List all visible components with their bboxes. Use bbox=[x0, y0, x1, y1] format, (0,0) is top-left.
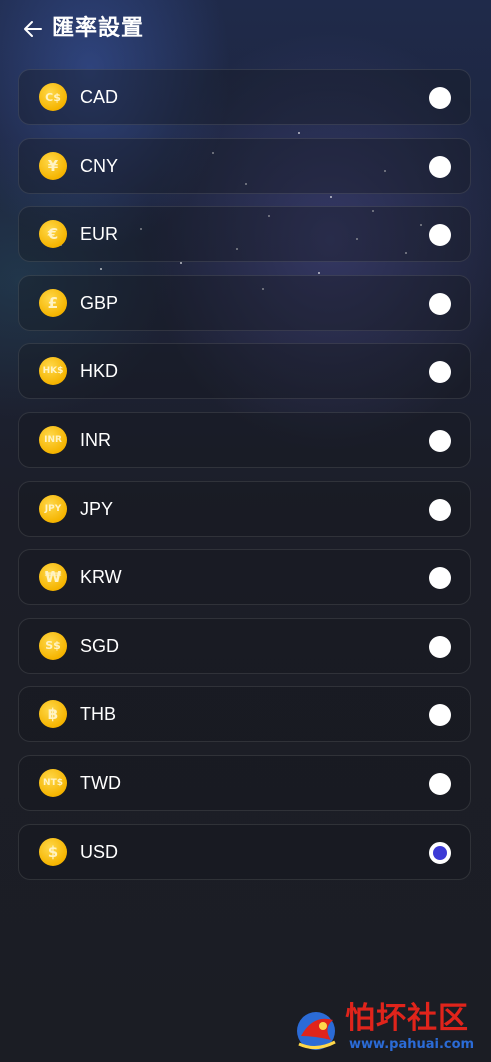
currency-coin-icon: ฿ bbox=[39, 700, 67, 729]
arrow-left-icon bbox=[24, 21, 42, 37]
currency-code: KRW bbox=[80, 567, 122, 588]
currency-coin-icon: ₩ bbox=[39, 563, 67, 592]
currency-row-cny[interactable]: ¥ CNY bbox=[18, 137, 471, 194]
currency-radio[interactable] bbox=[429, 635, 451, 658]
currency-row-twd[interactable]: NT$ TWD bbox=[18, 754, 471, 811]
currency-radio[interactable] bbox=[429, 498, 451, 521]
currency-coin-icon: NT$ bbox=[39, 768, 67, 797]
watermark: 怕坏社区 www.pahuai.com bbox=[293, 1001, 483, 1056]
currency-row-gbp[interactable]: £ GBP bbox=[18, 274, 471, 331]
page-title: 匯率設置 bbox=[52, 16, 145, 41]
currency-row-krw[interactable]: ₩ KRW bbox=[18, 549, 471, 606]
currency-code: EUR bbox=[80, 224, 119, 245]
currency-row-jpy[interactable]: JPY JPY bbox=[18, 480, 471, 537]
currency-coin-icon: C$ bbox=[39, 83, 67, 111]
back-button[interactable] bbox=[18, 14, 48, 44]
currency-code: TWD bbox=[80, 772, 121, 793]
currency-coin-icon: £ bbox=[39, 288, 67, 317]
currency-radio[interactable] bbox=[429, 361, 451, 384]
currency-row-sgd[interactable]: S$ SGD bbox=[18, 617, 471, 674]
currency-row-usd[interactable]: $ USD bbox=[18, 823, 471, 880]
currency-coin-icon: € bbox=[39, 220, 67, 249]
currency-code: USD bbox=[80, 841, 119, 862]
currency-row-inr[interactable]: INR INR bbox=[18, 411, 471, 468]
watermark-title: 怕坏社区 bbox=[345, 1001, 469, 1036]
currency-radio[interactable] bbox=[429, 224, 451, 247]
currency-coin-icon: HK$ bbox=[39, 357, 67, 386]
watermark-logo-icon bbox=[297, 1012, 336, 1050]
currency-radio[interactable] bbox=[429, 429, 451, 452]
currency-radio[interactable] bbox=[429, 567, 451, 590]
currency-code: CNY bbox=[80, 155, 119, 176]
currency-code: CAD bbox=[80, 87, 119, 107]
currency-radio[interactable] bbox=[429, 704, 451, 727]
app-header: 匯率設置 bbox=[0, 0, 491, 58]
currency-coin-icon: S$ bbox=[39, 631, 67, 660]
currency-code: INR bbox=[80, 429, 111, 450]
currency-code: SGD bbox=[80, 635, 120, 656]
currency-code: THB bbox=[80, 704, 116, 725]
currency-coin-icon: INR bbox=[39, 425, 67, 454]
currency-coin-icon: ¥ bbox=[39, 151, 67, 180]
currency-row-hkd[interactable]: HK$ HKD bbox=[18, 343, 471, 400]
currency-radio[interactable] bbox=[429, 155, 451, 178]
currency-radio[interactable] bbox=[429, 772, 451, 795]
currency-row-thb[interactable]: ฿ THB bbox=[18, 686, 471, 743]
currency-code: JPY bbox=[80, 498, 114, 519]
currency-code: HKD bbox=[80, 361, 119, 382]
currency-row-eur[interactable]: € EUR bbox=[18, 206, 471, 263]
currency-radio[interactable] bbox=[429, 292, 451, 315]
currency-row-cad[interactable]: C$ CAD bbox=[18, 69, 471, 125]
watermark-url: www.pahuai.com bbox=[349, 1037, 475, 1052]
currency-coin-icon: $ bbox=[39, 837, 67, 866]
currency-radio[interactable] bbox=[429, 841, 451, 864]
currency-coin-icon: JPY bbox=[39, 494, 67, 523]
currency-list: C$ CAD ¥ CNY € EUR £ GBP HK$ HKD INR INR JPY JPY ₩ KRW S… bbox=[18, 69, 471, 892]
currency-code: GBP bbox=[80, 292, 119, 313]
currency-radio[interactable] bbox=[429, 87, 451, 109]
